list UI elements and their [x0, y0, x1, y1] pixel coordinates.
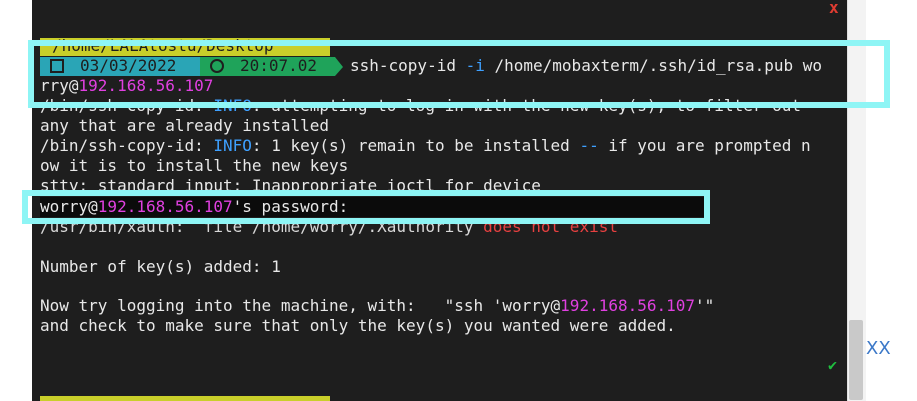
output-line-10: and check to make sure that only the key… [40, 316, 676, 335]
next-prompt-path-segment [40, 396, 330, 401]
output-line-9-ip: 192.168.56.107 [560, 296, 696, 315]
output-line-8: Number of key(s) added: 1 [40, 257, 281, 276]
password-highlight-box [22, 190, 710, 224]
close-icon[interactable]: x [829, 0, 839, 17]
command-highlight-box [28, 40, 890, 108]
scrollbar-thumb[interactable] [849, 320, 863, 400]
check-icon: ✔ [828, 356, 838, 374]
screenshot: XX x ✔ /home/LALAtostu/Desktop 03/03/202… [0, 0, 917, 401]
output-line-3-info: INFO [213, 136, 252, 155]
side-panel-label: XX [866, 338, 891, 359]
output-line-3-tail: if you are prompted n [598, 136, 811, 155]
output-line-3-prefix: /bin/ssh-copy-id: [40, 136, 214, 155]
output-line-3: /bin/ssh-copy-id: INFO: 1 key(s) remain … [40, 136, 811, 156]
output-line-3-rest: : 1 key(s) remain to be installed [251, 136, 580, 155]
output-line-4: ow it is to install the new keys [40, 156, 349, 175]
output-line-9-prefix: Now try logging into the machine, with: … [40, 296, 561, 315]
output-line-3-dash: -- [579, 136, 599, 155]
output-line-2: any that are already installed [40, 116, 329, 135]
output-line-9-suffix: '" [695, 296, 715, 315]
output-line-9: Now try logging into the machine, with: … [40, 296, 714, 316]
